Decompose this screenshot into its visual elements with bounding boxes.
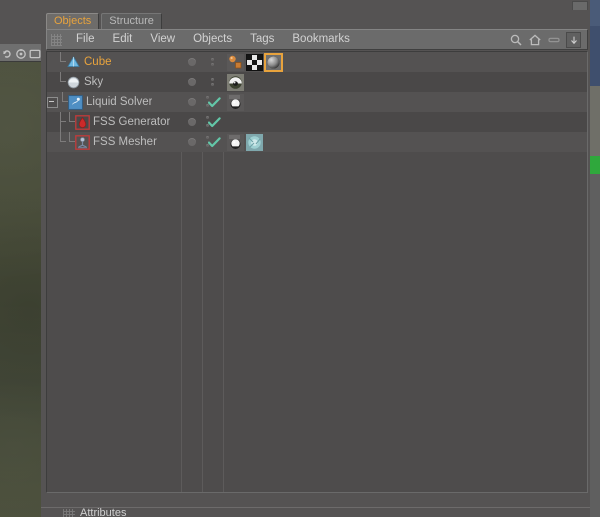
tree-elbow-icon xyxy=(57,52,66,72)
enabled-checkmark[interactable] xyxy=(202,132,223,152)
object-tree[interactable]: Cube Sky Liquid Solver FSS Generator FSS… xyxy=(46,51,588,493)
tags-cell[interactable] xyxy=(223,72,587,92)
particle-tag[interactable] xyxy=(227,53,244,71)
panel-footer xyxy=(46,493,588,503)
left-toolbar xyxy=(0,44,41,62)
liquid-solver-icon xyxy=(68,94,83,110)
tags-cell[interactable] xyxy=(223,132,587,152)
tab-attributes[interactable]: Attributes xyxy=(63,507,126,517)
undo-rotate-icon[interactable] xyxy=(1,47,13,59)
object-name-cell[interactable]: FSS Mesher xyxy=(47,132,181,152)
menu-file[interactable]: File xyxy=(67,32,104,47)
object-tree-rows: Cube Sky Liquid Solver FSS Generator FSS… xyxy=(47,52,587,152)
fluid-tag[interactable] xyxy=(227,93,244,111)
menu-edit[interactable]: Edit xyxy=(104,32,142,47)
object-name-cell[interactable]: Cube xyxy=(47,52,181,72)
menu-tags[interactable]: Tags xyxy=(241,32,283,47)
texture-checker-tag[interactable] xyxy=(246,53,263,71)
attributes-panel-header[interactable]: Attributes xyxy=(41,505,590,517)
visibility-render-dots[interactable] xyxy=(202,72,223,92)
menu-bar-tools xyxy=(509,31,587,48)
axis-target-icon[interactable] xyxy=(15,47,27,59)
tree-line-icon xyxy=(57,112,66,132)
table-row[interactable]: FSS Generator xyxy=(47,112,587,132)
menu-bar: File Edit View Objects Tags Bookmarks xyxy=(46,29,588,50)
object-label: Liquid Solver xyxy=(86,96,153,108)
object-name-cell[interactable]: Sky xyxy=(47,72,181,92)
object-label: FSS Generator xyxy=(93,116,171,128)
liquid-material-tag[interactable] xyxy=(246,133,263,151)
fss-mesher-icon xyxy=(75,134,90,150)
tab-structure[interactable]: Structure xyxy=(101,13,162,29)
app-window: Objects Structure File Edit View Objects… xyxy=(0,0,600,517)
visibility-editor-dots[interactable] xyxy=(181,112,202,132)
tree-line-icon xyxy=(57,132,66,152)
search-icon[interactable] xyxy=(509,33,523,47)
right-viewport-strip[interactable] xyxy=(590,0,600,517)
enabled-checkmark[interactable] xyxy=(202,112,223,132)
visibility-editor-dots[interactable] xyxy=(181,132,202,152)
menu-bookmarks[interactable]: Bookmarks xyxy=(283,32,359,47)
expand-box-icon[interactable] xyxy=(566,31,581,48)
tree-elbow-icon xyxy=(66,112,75,132)
tags-cell[interactable] xyxy=(223,112,587,132)
tab-objects[interactable]: Objects xyxy=(46,13,100,29)
visibility-render-dots[interactable] xyxy=(202,52,223,72)
panel-tabs: Objects Structure xyxy=(46,12,162,29)
collapse-icon[interactable] xyxy=(547,33,561,47)
table-row[interactable]: FSS Mesher xyxy=(47,132,587,152)
render-view-icon[interactable] xyxy=(29,47,41,59)
menu-view[interactable]: View xyxy=(141,32,184,47)
tags-cell[interactable] xyxy=(223,92,587,112)
tree-elbow-icon xyxy=(66,132,75,152)
enabled-checkmark[interactable] xyxy=(202,92,223,112)
tags-cell[interactable] xyxy=(223,52,587,72)
tree-elbow-icon xyxy=(57,72,66,92)
fluid-tag[interactable] xyxy=(227,133,244,151)
object-label: FSS Mesher xyxy=(93,136,157,148)
drag-grip-icon[interactable] xyxy=(63,508,75,517)
home-icon[interactable] xyxy=(528,33,542,47)
sky-sphere-icon xyxy=(66,75,81,90)
cube-primitive-icon xyxy=(66,55,81,70)
expander-toggle[interactable] xyxy=(47,96,58,108)
fss-generator-icon xyxy=(75,114,90,130)
object-manager-panel: Objects Structure File Edit View Objects… xyxy=(41,10,590,505)
object-label: Cube xyxy=(84,56,112,68)
drag-grip-icon[interactable] xyxy=(51,33,62,46)
tree-elbow-icon xyxy=(59,92,68,112)
viewport-3d-left[interactable] xyxy=(0,62,41,517)
visibility-editor-dots[interactable] xyxy=(181,92,202,112)
attributes-label: Attributes xyxy=(80,507,127,517)
material-tag[interactable] xyxy=(264,52,283,72)
visibility-editor-dots[interactable] xyxy=(181,72,202,92)
table-row[interactable]: Liquid Solver xyxy=(47,92,587,112)
object-name-cell[interactable]: FSS Generator xyxy=(47,112,181,132)
table-row[interactable]: Cube xyxy=(47,52,587,72)
object-label: Sky xyxy=(84,76,104,88)
table-row[interactable]: Sky xyxy=(47,72,587,92)
menu-objects[interactable]: Objects xyxy=(184,32,241,47)
sky-material-tag[interactable] xyxy=(227,73,244,91)
object-name-cell[interactable]: Liquid Solver xyxy=(47,92,181,112)
visibility-editor-dots[interactable] xyxy=(181,52,202,72)
